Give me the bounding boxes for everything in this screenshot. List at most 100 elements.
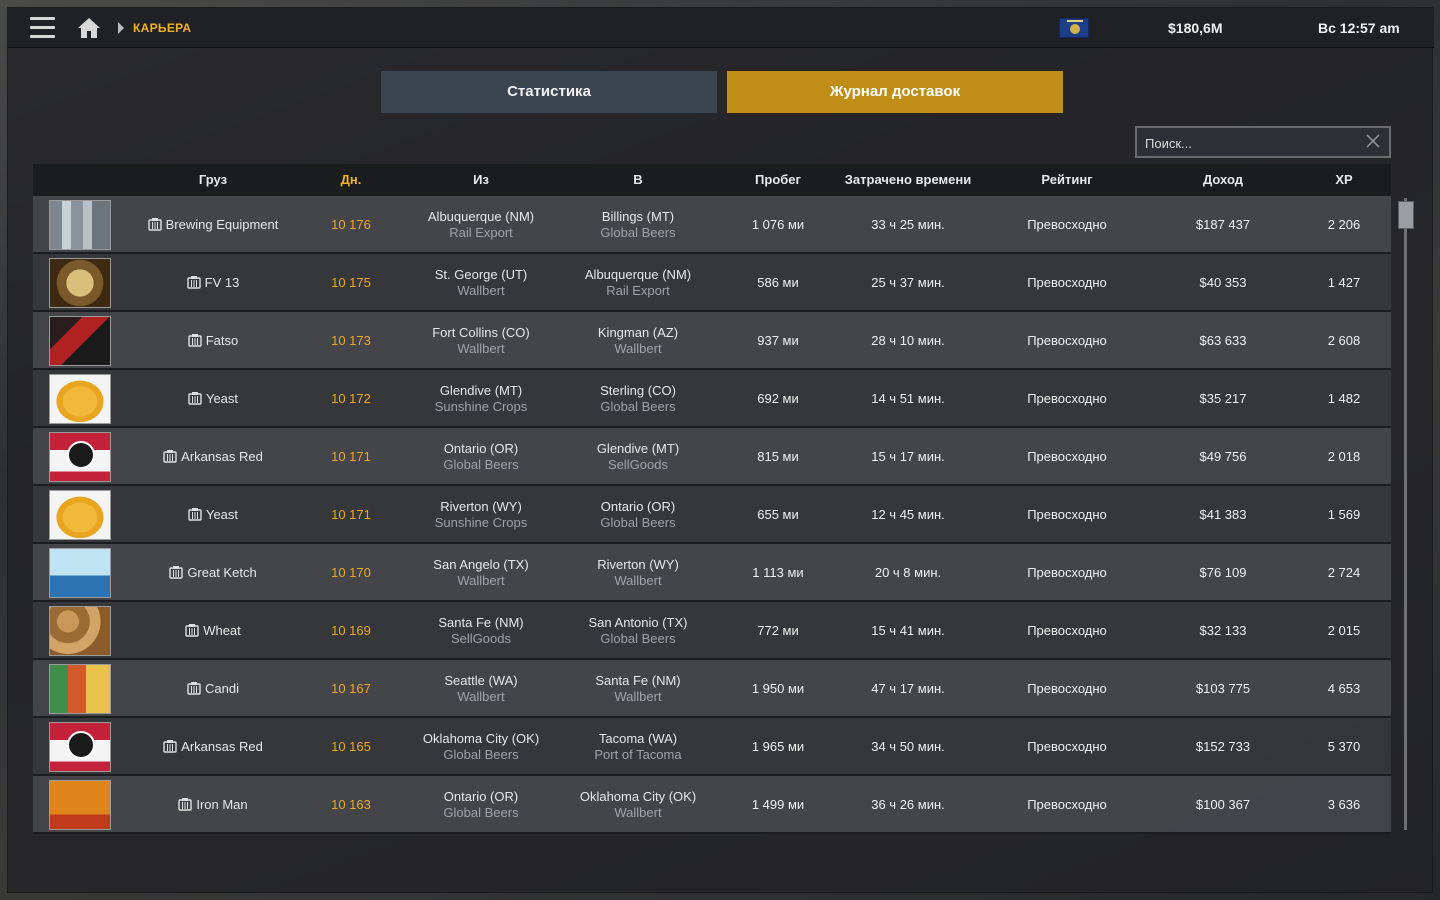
from_co-value: Global Beers <box>443 456 519 472</box>
table-row[interactable]: Great Ketch 10 170 San Angelo (TX) Wallbert… <box>33 544 1391 602</box>
cargo-name: Wheat <box>203 622 241 638</box>
header-distance[interactable]: Пробег <box>733 164 823 196</box>
rating-cell: Превосходно <box>1007 312 1127 368</box>
income-value: $40 353 <box>1199 274 1247 290</box>
table-row[interactable]: Arkansas Red 10 165 Oklahoma City (OK) Glob… <box>33 718 1391 776</box>
from_co-value: Rail Export <box>449 224 513 240</box>
header-xp[interactable]: XP <box>1304 164 1384 196</box>
xp-cell: 5 370 <box>1304 718 1384 774</box>
cargo-trailer-icon <box>163 739 177 753</box>
distance-cell: 815 ми <box>733 428 823 484</box>
xp-cell: 1 482 <box>1304 370 1384 426</box>
income-value: $63 633 <box>1199 332 1247 348</box>
scrollbar-thumb[interactable] <box>1398 201 1414 229</box>
from-cell: Glendive (MT) Sunshine Crops <box>406 370 556 426</box>
rating-cell: Превосходно <box>1007 602 1127 658</box>
distance-cell: 586 ми <box>733 254 823 310</box>
xp-value: 2 206 <box>1327 216 1361 232</box>
from-cell: Santa Fe (NM) SellGoods <box>406 602 556 658</box>
to-value: Tacoma (WA) <box>598 730 678 746</box>
income-cell: $49 756 <box>1173 428 1273 484</box>
rating-value: Превосходно <box>1027 274 1107 290</box>
table-row[interactable]: Wheat 10 169 Santa Fe (NM) SellGoods San Ant… <box>33 602 1391 660</box>
cargo-name: Yeast <box>205 390 239 406</box>
xp-cell: 2 724 <box>1304 544 1384 600</box>
from-cell: Oklahoma City (OK) Global Beers <box>406 718 556 774</box>
cargo-cell: Fatso <box>133 312 293 368</box>
distance-value: 1 950 ми <box>751 680 805 696</box>
day-cell: 10 165 <box>306 718 396 774</box>
cargo-name: Iron Man <box>196 796 248 812</box>
scrollbar-track[interactable] <box>1404 198 1407 830</box>
header-income[interactable]: Доход <box>1173 164 1273 196</box>
income-cell: $152 733 <box>1173 718 1273 774</box>
breadcrumb[interactable]: КАРЬЕРА <box>133 21 191 35</box>
cargo-cell: Yeast <box>133 486 293 542</box>
to-value: Riverton (WY) <box>597 556 679 572</box>
table-row[interactable]: Yeast 10 172 Glendive (MT) Sunshine Crops St… <box>33 370 1391 428</box>
hamburger-icon[interactable] <box>30 17 55 39</box>
income-cell: $32 133 <box>1173 602 1273 658</box>
table-row[interactable]: Yeast 10 171 Riverton (WY) Sunshine Crops On… <box>33 486 1391 544</box>
table-row[interactable]: FV 13 10 175 St. George (UT) Wallbert Albuqu… <box>33 254 1391 312</box>
to-cell: Sterling (CO) Global Beers <box>563 370 713 426</box>
cargo-thumbnail <box>49 548 111 598</box>
day-value: 10 171 <box>331 506 371 522</box>
distance-cell: 692 ми <box>733 370 823 426</box>
table-row[interactable]: Iron Man 10 163 Ontario (OR) Global Beers Ok… <box>33 776 1391 834</box>
time-cell: 20 ч 8 мин. <box>833 544 983 600</box>
top-bar: КАРЬЕРА $180,6M Вс 12:57 am <box>8 8 1434 48</box>
time-value: 25 ч 37 мин. <box>871 274 945 290</box>
rating-cell: Превосходно <box>1007 486 1127 542</box>
distance-value: 1 965 ми <box>751 738 805 754</box>
day-value: 10 169 <box>331 622 371 638</box>
income-value: $49 756 <box>1199 448 1247 464</box>
cargo-name: FV 13 <box>204 274 240 290</box>
header-day[interactable]: Дн. <box>306 164 396 196</box>
xp-value: 1 427 <box>1327 274 1361 290</box>
income-cell: $187 437 <box>1173 196 1273 252</box>
to_co-value: Global Beers <box>600 398 676 414</box>
from-value: Seattle (WA) <box>444 672 518 688</box>
clear-search-icon[interactable] <box>1365 133 1381 149</box>
cargo-name: Arkansas Red <box>181 738 263 754</box>
header-to[interactable]: В <box>563 164 713 196</box>
header-rating[interactable]: Рейтинг <box>1007 164 1127 196</box>
cargo-cell: FV 13 <box>133 254 293 310</box>
header-from[interactable]: Из <box>406 164 556 196</box>
search-input[interactable] <box>1145 133 1355 153</box>
from-cell: Ontario (OR) Global Beers <box>406 776 556 832</box>
to-value: Billings (MT) <box>601 208 675 224</box>
home-icon[interactable] <box>77 17 101 39</box>
cargo-thumbnail <box>49 664 111 714</box>
to_co-value: Global Beers <box>600 224 676 240</box>
header-time[interactable]: Затрачено времени <box>833 164 983 196</box>
rating-cell: Превосходно <box>1007 196 1127 252</box>
distance-cell: 655 ми <box>733 486 823 542</box>
to_co-value: Rail Export <box>606 282 670 298</box>
income-value: $103 775 <box>1195 680 1251 696</box>
header-cargo[interactable]: Груз <box>133 164 293 196</box>
income-cell: $103 775 <box>1173 660 1273 716</box>
tab-delivery-log[interactable]: Журнал доставок <box>727 71 1063 113</box>
cargo-thumbnail <box>49 258 111 308</box>
tab-statistics[interactable]: Статистика <box>381 71 717 113</box>
table-row[interactable]: Fatso 10 173 Fort Collins (CO) Wallbert King… <box>33 312 1391 370</box>
from-value: Santa Fe (NM) <box>438 614 524 630</box>
day-cell: 10 176 <box>306 196 396 252</box>
table-row[interactable]: Brewing Equipment 10 176 Albuquerque (NM) R… <box>33 196 1391 254</box>
time-cell: 15 ч 41 мин. <box>833 602 983 658</box>
table-row[interactable]: Arkansas Red 10 171 Ontario (OR) Global Bee… <box>33 428 1391 486</box>
logo-disc <box>67 731 95 759</box>
day-cell: 10 172 <box>306 370 396 426</box>
from-cell: San Angelo (TX) Wallbert <box>406 544 556 600</box>
search-box <box>1135 126 1391 158</box>
to-value: Ontario (OR) <box>600 498 676 514</box>
xp-value: 1 569 <box>1327 506 1361 522</box>
cargo-trailer-icon <box>187 681 201 695</box>
from_co-value: Sunshine Crops <box>434 398 528 414</box>
time-cell: 33 ч 25 мин. <box>833 196 983 252</box>
cargo-thumbnail <box>49 374 111 424</box>
app-window: КАРЬЕРА $180,6M Вс 12:57 am Статистика Ж… <box>7 7 1434 893</box>
table-row[interactable]: Candi 10 167 Seattle (WA) Wallbert Santa Fe … <box>33 660 1391 718</box>
